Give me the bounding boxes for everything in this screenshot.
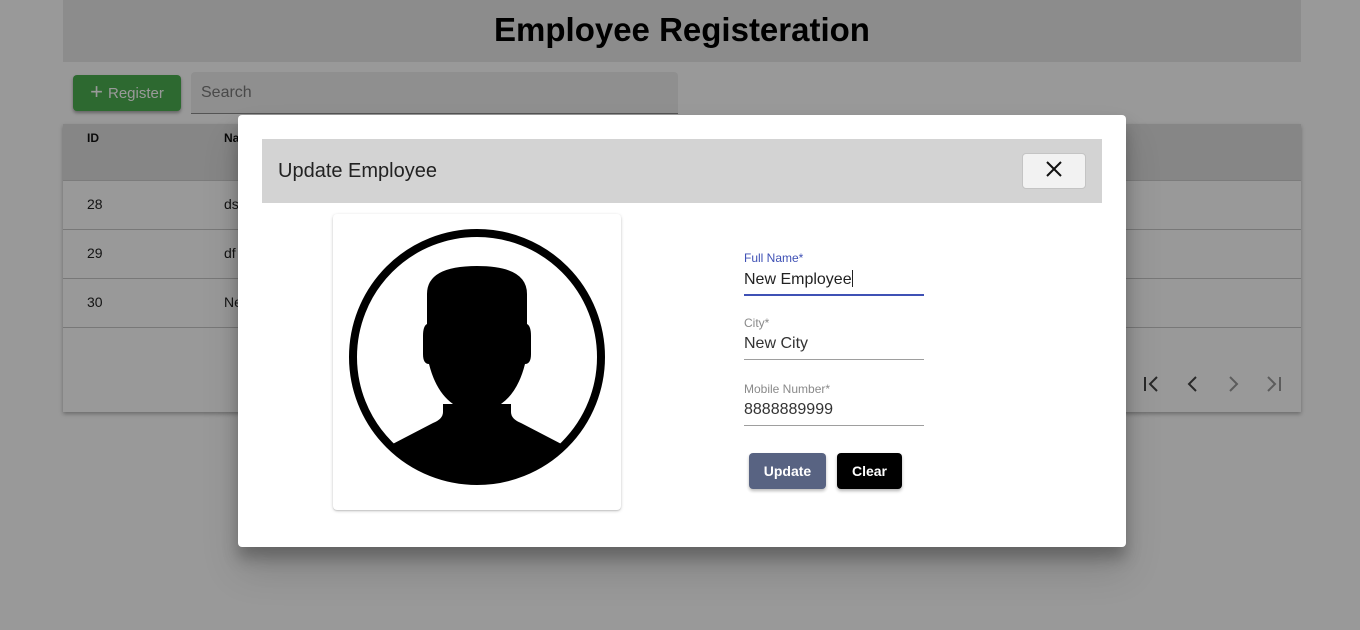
city-label: City*	[744, 316, 770, 330]
mobile-number-input[interactable]: 8888889999	[744, 401, 924, 426]
full-name-value: New Employee	[744, 271, 852, 288]
clear-button[interactable]: Clear	[837, 453, 902, 489]
mobile-number-field[interactable]: Mobile Number* 8888889999	[744, 382, 924, 426]
close-icon	[1045, 158, 1063, 184]
mobile-number-label: Mobile Number*	[744, 382, 831, 396]
text-caret	[851, 270, 853, 287]
full-name-input[interactable]: New Employee	[744, 270, 924, 296]
dialog-title: Update Employee	[278, 160, 437, 182]
avatar-card[interactable]	[333, 214, 621, 510]
city-field[interactable]: City* New City	[744, 316, 924, 360]
full-name-label: Full Name*	[744, 251, 804, 265]
city-input[interactable]: New City	[744, 335, 924, 360]
user-silhouette-icon	[349, 229, 605, 485]
full-name-field[interactable]: Full Name* New Employee	[744, 251, 924, 296]
dialog-header: Update Employee	[262, 139, 1102, 203]
update-employee-dialog: Update Employee Full Name* New Employee …	[238, 115, 1126, 547]
update-button[interactable]: Update	[749, 453, 826, 489]
close-button[interactable]	[1022, 153, 1086, 189]
